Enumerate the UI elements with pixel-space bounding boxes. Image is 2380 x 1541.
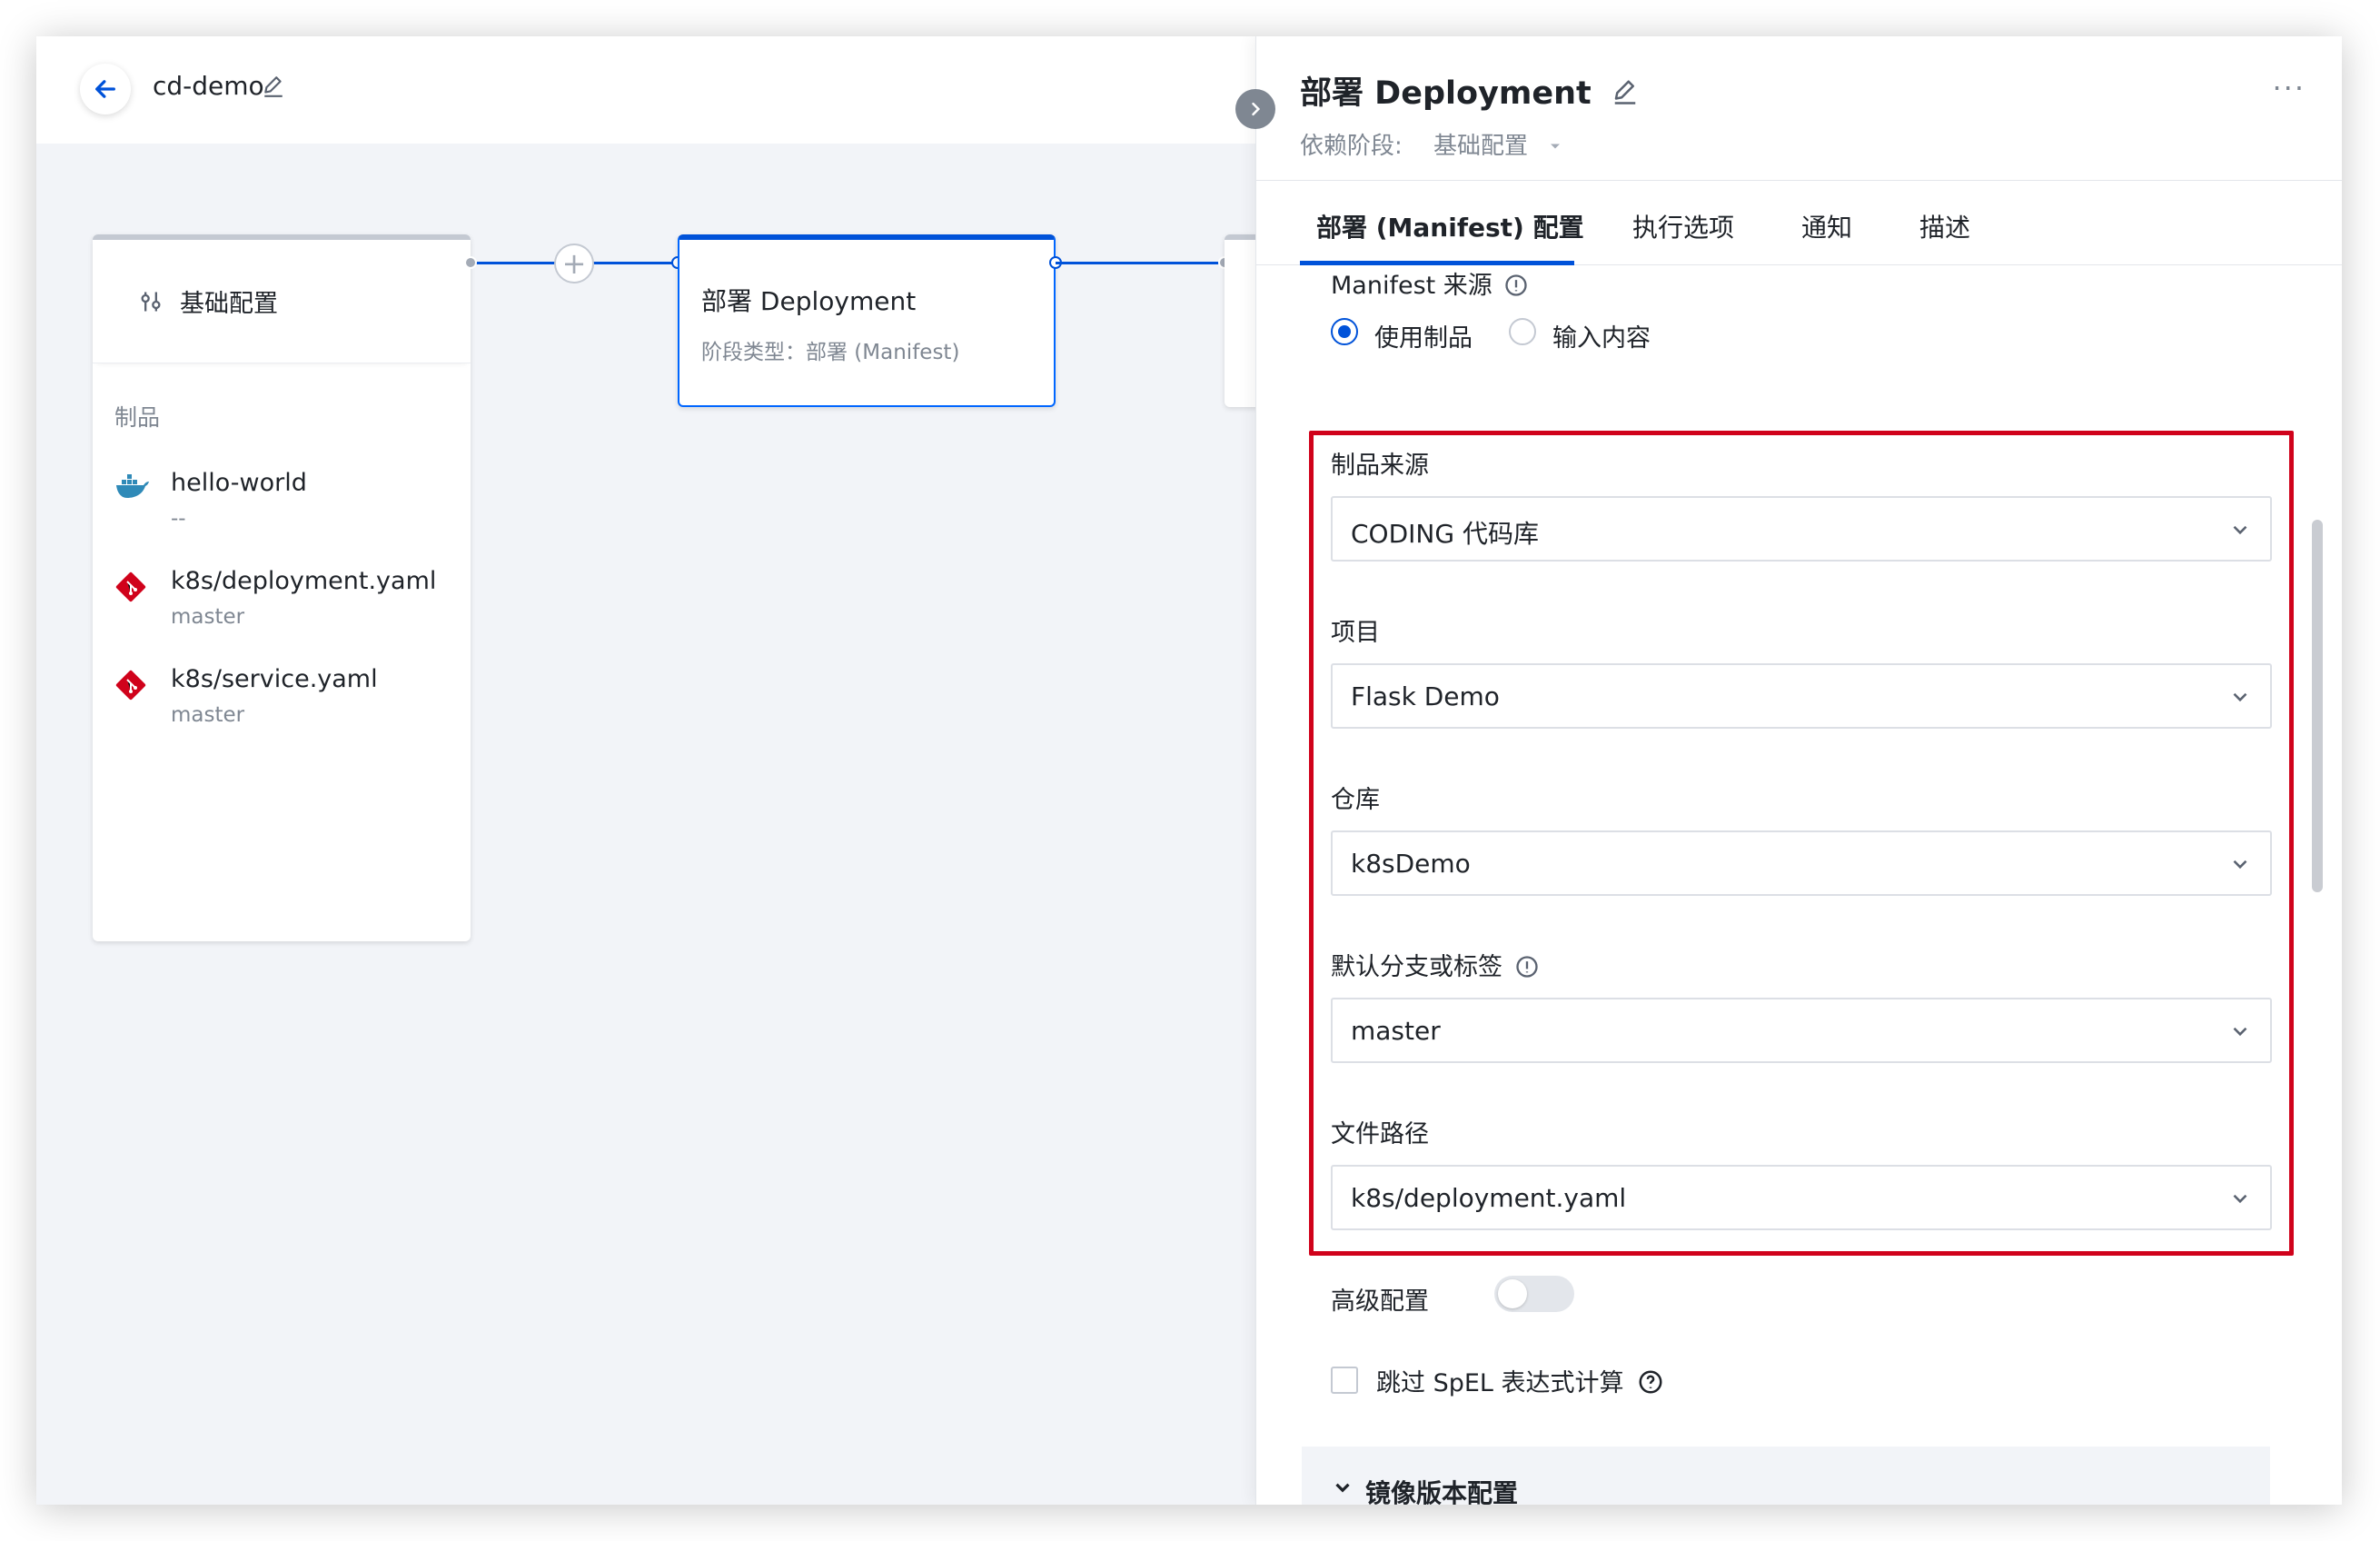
select-value: master xyxy=(1351,1016,1441,1046)
app-window: cd-demo 基础配置 制品 hello-world -- k8s/deplo… xyxy=(36,36,2342,1505)
artifact-sub: -- xyxy=(171,507,186,531)
advanced-config-label: 高级配置 xyxy=(1331,1287,1429,1316)
tab-bar: 部署 (Manifest) 配置 执行选项 通知 描述 xyxy=(1256,180,2342,265)
chevron-right-icon xyxy=(1252,102,1261,116)
skip-spel-label: 跳过 SpEL 表达式计算 xyxy=(1376,1363,1664,1398)
git-icon xyxy=(115,670,146,701)
repo-select[interactable]: k8sDemo xyxy=(1331,830,2272,896)
settings-sliders-icon xyxy=(141,292,161,311)
artifact-name: k8s/deployment.yaml xyxy=(171,567,437,595)
chevron-down-icon xyxy=(2233,860,2247,870)
scrollbar-thumb[interactable] xyxy=(2312,520,2323,892)
chevron-down-icon xyxy=(1335,1483,1350,1493)
panel-title: 部署 Deployment xyxy=(1300,67,1639,114)
branch-label: 默认分支或标签 xyxy=(1331,947,1540,982)
pipeline-canvas: 基础配置 制品 hello-world -- k8s/deployment.ya… xyxy=(36,144,1297,1505)
artifact-name: k8s/service.yaml xyxy=(171,665,378,693)
chevron-down-icon xyxy=(2233,525,2247,535)
depends-value: 基础配置 xyxy=(1433,133,1529,160)
skip-spel-checkbox[interactable] xyxy=(1331,1367,1358,1394)
select-value: CODING 代码库 xyxy=(1351,519,1539,549)
project-select[interactable]: Flask Demo xyxy=(1331,663,2272,729)
select-value: k8s/deployment.yaml xyxy=(1351,1183,1627,1213)
artifact-sub: master xyxy=(171,703,245,727)
docker-icon xyxy=(116,474,149,498)
depends-select[interactable]: 基础配置 xyxy=(1433,133,1564,160)
stage-card-deploy[interactable]: 部署 Deployment 阶段类型：部署 (Manifest) xyxy=(678,234,1056,407)
depends-label: 依赖阶段: xyxy=(1300,133,1403,160)
connector-dot xyxy=(464,256,477,269)
manifest-source-text: Manifest 来源 xyxy=(1331,272,1492,300)
tab-notifications[interactable]: 通知 xyxy=(1801,208,1852,244)
stage-title: 部署 Deployment xyxy=(701,286,917,316)
info-icon xyxy=(1505,274,1528,296)
radio-use-artifact[interactable] xyxy=(1331,318,1358,345)
branch-label-text: 默认分支或标签 xyxy=(1331,953,1502,981)
radio-input-content-label: 输入内容 xyxy=(1552,324,1651,353)
caret-down-icon xyxy=(1551,144,1561,149)
help-icon xyxy=(1639,1370,1662,1394)
artifact-sub: master xyxy=(171,605,245,629)
chevron-down-icon xyxy=(2233,1027,2247,1037)
info-icon xyxy=(1515,956,1538,978)
file-path-select[interactable]: k8s/deployment.yaml xyxy=(1331,1165,2272,1230)
tab-execution-options[interactable]: 执行选项 xyxy=(1632,208,1734,244)
repo-label: 仓库 xyxy=(1331,786,1380,814)
stage-card-basic[interactable]: 基础配置 制品 hello-world -- k8s/deployment.ya… xyxy=(93,234,471,941)
pipeline-name: cd-demo xyxy=(153,71,264,101)
stage-type: 阶段类型：部署 (Manifest) xyxy=(701,341,960,364)
tab-description[interactable]: 描述 xyxy=(1919,208,1970,244)
edit-icon[interactable] xyxy=(262,75,285,98)
file-path-label: 文件路径 xyxy=(1331,1120,1429,1148)
git-icon xyxy=(115,572,146,602)
branch-select[interactable]: master xyxy=(1331,998,2272,1063)
image-version-label: 镜像版本配置 xyxy=(1365,1478,1519,1505)
artifact-source-label: 制品来源 xyxy=(1331,452,1429,480)
stage-card-header: 基础配置 xyxy=(93,240,471,363)
add-stage-button[interactable]: + xyxy=(554,244,594,283)
panel-title-text: 部署 Deployment xyxy=(1300,75,1592,112)
project-label: 项目 xyxy=(1331,619,1380,647)
stage-config-panel: 部署 Deployment ··· 依赖阶段: 基础配置 部署 (Manifes… xyxy=(1255,36,2342,1505)
manifest-source-label: Manifest 来源 xyxy=(1331,265,1529,301)
select-value: k8sDemo xyxy=(1351,849,1471,879)
depends-row: 依赖阶段: 基础配置 xyxy=(1300,127,1564,161)
select-value: Flask Demo xyxy=(1351,681,1500,711)
radio-use-artifact-label: 使用制品 xyxy=(1374,324,1473,353)
arrow-left-icon xyxy=(95,80,115,98)
panel-content: Manifest 来源 使用制品 输入内容 制品来源 CODING 代码库 项目… xyxy=(1256,265,2342,1505)
top-bar: cd-demo xyxy=(36,36,1255,144)
stage-connector xyxy=(1056,262,1225,264)
advanced-config-toggle[interactable] xyxy=(1494,1276,1574,1312)
edit-icon[interactable] xyxy=(1611,78,1639,105)
tab-manifest-config[interactable]: 部署 (Manifest) 配置 xyxy=(1316,208,1584,244)
collapse-panel-button[interactable] xyxy=(1235,89,1275,129)
artifact-source-select[interactable]: CODING 代码库 xyxy=(1331,496,2272,562)
radio-input-content[interactable] xyxy=(1509,318,1536,345)
image-version-section[interactable]: 镜像版本配置 xyxy=(1302,1447,2270,1505)
stage-title: 基础配置 xyxy=(180,290,278,318)
back-button[interactable] xyxy=(80,64,131,114)
chevron-down-icon xyxy=(2233,1194,2247,1204)
artifacts-label: 制品 xyxy=(114,404,161,431)
chevron-down-icon xyxy=(2233,692,2247,702)
artifact-name: hello-world xyxy=(171,469,307,497)
more-options-icon[interactable]: ··· xyxy=(2272,71,2306,105)
skip-spel-text: 跳过 SpEL 表达式计算 xyxy=(1376,1369,1624,1397)
